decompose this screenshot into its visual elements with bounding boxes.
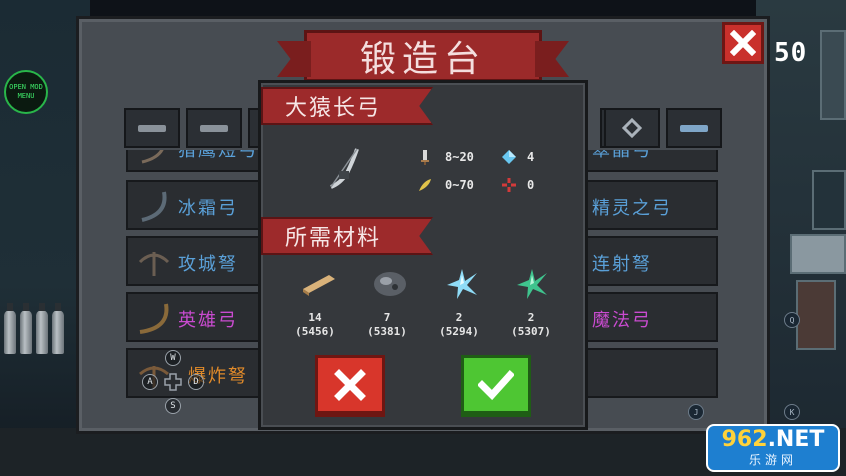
server-rack — [790, 234, 846, 274]
tab-diamond[interactable] — [604, 108, 660, 148]
rifle-tab-icon — [200, 124, 228, 132]
tab-shark-gun[interactable] — [666, 108, 722, 148]
key-hint-k[interactable]: K — [784, 404, 800, 420]
weapon-name: 魔法弓 — [592, 310, 652, 331]
crossbow-icon — [138, 252, 170, 276]
weapon-name: 英雄弓 — [178, 310, 238, 331]
frost-bow-icon — [141, 191, 167, 222]
blue-crystal-icon — [447, 269, 477, 299]
material-owned: (5456) — [295, 325, 335, 338]
diamond-tab-icon — [622, 118, 642, 138]
gas-tank-icon — [52, 303, 64, 354]
material-owned: (5294) — [439, 325, 479, 338]
weapon-name: 攻城弩 — [178, 254, 238, 275]
bow-icon — [141, 150, 164, 164]
watermark-suffix: .NET — [767, 426, 825, 452]
weapon-title: 大猿长弓 — [285, 96, 382, 121]
crit-value: 0~70 — [445, 178, 474, 192]
checkmark-icon — [478, 369, 514, 400]
weapon-name: 猎鹰短弓 — [178, 150, 258, 161]
key-d[interactable]: D — [188, 374, 204, 390]
material-needed: 2 — [527, 311, 535, 324]
iron-ore-icon — [374, 272, 406, 296]
weapon-name: 翠晶弓 — [592, 150, 652, 161]
damage-value: 8~20 — [445, 150, 474, 164]
robot-npc — [796, 280, 836, 350]
material-count-blue-crystal: 2 (5294) — [429, 311, 489, 339]
ape-longbow-icon — [330, 148, 359, 189]
material-count-iron-ore: 7 (5381) — [357, 311, 417, 339]
confirm-forge-button[interactable] — [461, 355, 531, 417]
close-forge-button[interactable] — [722, 22, 764, 64]
weapon-detail-dialog: 大猿长弓 8~20 4 0~70 0 所需材料 14 (5456) 7 (538… — [258, 80, 588, 430]
key-s[interactable]: S — [165, 398, 181, 414]
tab-bow[interactable] — [124, 108, 180, 148]
material-owned: (5381) — [367, 325, 407, 338]
material-count-green-crystal: 2 (5307) — [501, 311, 561, 339]
crosshair-icon — [502, 178, 516, 192]
weapon-name-ribbon: 大猿长弓 — [261, 87, 433, 125]
wood-plank-icon — [303, 275, 335, 296]
material-needed: 14 — [308, 311, 322, 324]
close-icon — [334, 368, 366, 401]
key-hint-q[interactable]: Q — [784, 312, 800, 328]
material-count-wood: 14 (5456) — [285, 311, 345, 339]
energy-cost-value: 4 — [527, 150, 535, 164]
key-hint-j[interactable]: J — [688, 404, 704, 420]
materials-title: 所需材料 — [285, 226, 382, 251]
gas-tank-icon — [36, 303, 48, 354]
dpad-cross-icon — [164, 373, 182, 391]
materials-ribbon: 所需材料 — [261, 217, 433, 255]
hero-bow-icon — [139, 303, 169, 334]
keyboard-dpad: W A D S — [140, 350, 206, 416]
gem-counter: 50 — [774, 38, 808, 68]
watermark-text: 962.NET — [721, 426, 825, 452]
material-needed: 7 — [383, 311, 391, 324]
watermark-digits: 962 — [721, 426, 768, 452]
wall-machine — [820, 30, 846, 120]
weapon-name: 冰霜弓 — [178, 198, 238, 219]
key-a[interactable]: A — [142, 374, 158, 390]
damage-sword-icon — [421, 150, 429, 165]
material-owned: (5307) — [511, 325, 551, 338]
tab-rifle[interactable] — [186, 108, 242, 148]
mod-menu-label: OPEN MOD MENU — [9, 83, 43, 100]
open-mod-menu-button[interactable]: OPEN MOD MENU — [4, 70, 48, 114]
key-w[interactable]: W — [165, 350, 181, 366]
forge-title: 锻造台 — [304, 30, 542, 82]
gas-tank-icon — [4, 303, 16, 354]
weapon-name: 连射弩 — [592, 254, 652, 275]
close-icon — [730, 30, 756, 56]
wall-machine — [812, 170, 846, 230]
shark-gun-tab-icon — [680, 124, 708, 132]
bow-tab-icon — [138, 124, 166, 132]
inaccuracy-value: 0 — [527, 178, 535, 192]
crit-feather-icon — [419, 179, 431, 191]
energy-crystal-icon — [502, 150, 516, 164]
site-watermark-logo: 962.NET 乐游网 — [706, 424, 840, 472]
material-needed: 2 — [455, 311, 463, 324]
watermark-subtitle: 乐游网 — [748, 452, 797, 467]
gas-tank-icon — [20, 303, 32, 354]
weapon-name: 精灵之弓 — [592, 198, 672, 219]
green-crystal-icon — [517, 269, 547, 299]
cancel-button[interactable] — [315, 355, 385, 417]
